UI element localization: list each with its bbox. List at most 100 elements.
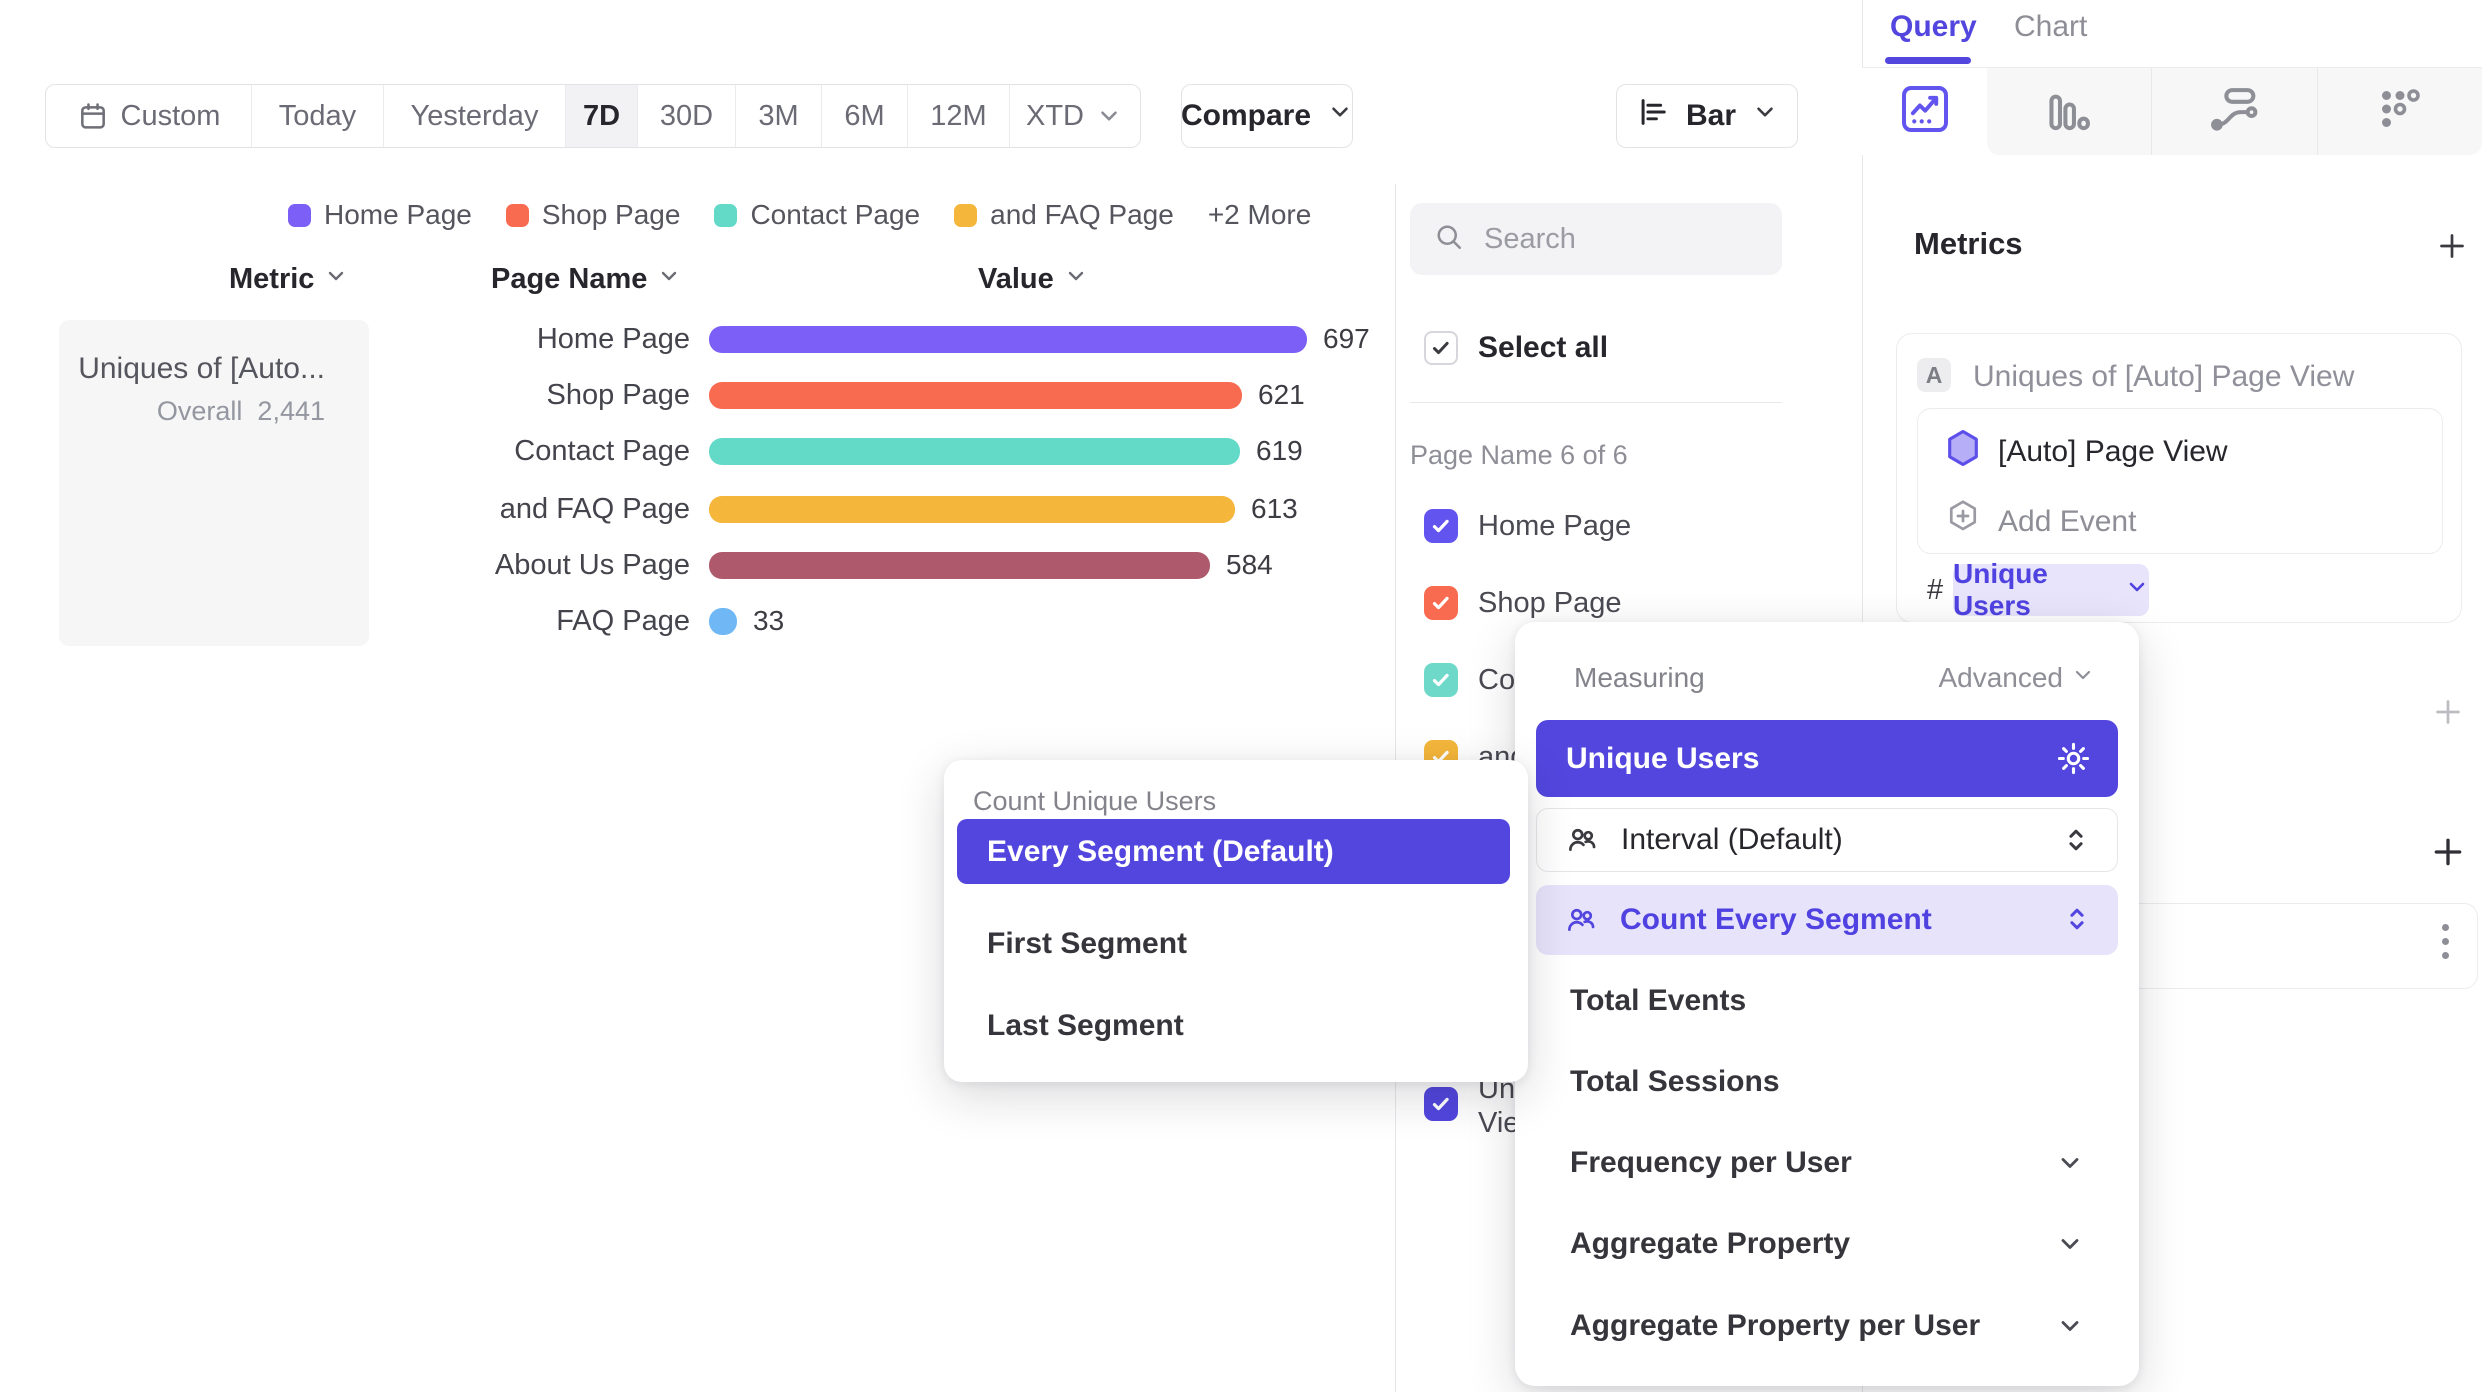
range-label: 7D [583,100,620,133]
column-header-page-name[interactable]: Page Name [491,263,681,296]
segment-checkbox-series[interactable] [1424,1087,1458,1121]
legend-item[interactable]: Home Page [288,199,472,231]
bar-row-label: FAQ Page [380,603,690,639]
plus-icon [2434,251,2470,268]
segment-checkbox-item-0[interactable] [1424,509,1458,543]
interval-label: Interval (Default) [1621,823,1843,857]
segment-search[interactable] [1410,203,1782,275]
range-btn-today[interactable]: Today [252,85,384,147]
bar-segment[interactable] [709,438,1240,465]
column-header-value[interactable]: Value [978,263,1088,296]
legend-item[interactable]: Shop Page [506,199,681,231]
legend-item[interactable]: and FAQ Page [954,199,1174,231]
bar-segment[interactable] [709,326,1307,353]
range-btn-3m[interactable]: 3M [736,85,822,147]
tab-flows[interactable] [2151,68,2316,155]
metric-title: Uniques of [Auto] Page View [1973,360,2354,394]
measuring-option-total-sessions[interactable]: Total Sessions [1570,1064,1780,1100]
tab-chart[interactable]: Chart [2014,10,2087,44]
legend-more[interactable]: +2 More [1208,199,1312,231]
kebab-menu-icon[interactable] [2442,924,2449,959]
measure-prefix: # [1927,574,1943,607]
measuring-option-total-events[interactable]: Total Events [1570,983,1746,1019]
count-dropdown-title: Count Unique Users [973,786,1216,817]
measuring-option-unique-users[interactable]: Unique Users [1536,720,2118,797]
advanced-label: Advanced [1938,662,2063,694]
bar-value-label: 619 [1256,433,1303,469]
chevron-down-icon [2056,1312,2084,1345]
dropdown-option-selected[interactable]: Every Segment (Default) [957,819,1510,884]
measuring-option-aggregate-property[interactable]: Aggregate Property [1570,1226,1850,1262]
measure-chip-label: Unique Users [1953,558,2115,622]
bar-chart-icon [2042,82,2096,141]
event-hexagon-icon [1942,427,1984,474]
interval-row[interactable]: Interval (Default) [1536,808,2118,872]
range-label: 30D [660,100,713,133]
tab-insights[interactable] [1862,68,1987,155]
chevron-down-icon [2056,1149,2084,1182]
event-name[interactable]: [Auto] Page View [1998,435,2228,469]
range-btn-12m[interactable]: 12M [908,85,1010,147]
bar-value-label: 697 [1323,321,1370,357]
bar-value-label: 584 [1226,547,1273,583]
dropdown-option-last-segment[interactable]: Last Segment [987,1008,1184,1044]
gear-icon[interactable] [2055,740,2092,782]
measuring-option-aggregate-property-per-user[interactable]: Aggregate Property per User [1570,1308,1980,1344]
range-btn-xtd[interactable]: XTD [1010,85,1138,147]
segment-label-item-0: Home Page [1478,509,1631,543]
search-icon [1434,222,1464,257]
chevron-down-icon [2071,662,2095,694]
bar-segment[interactable] [709,496,1235,523]
count-every-segment-row[interactable]: Count Every Segment [1536,885,2118,955]
bar-segment[interactable] [709,382,1242,409]
compare-button[interactable]: Compare [1181,84,1353,148]
tab-retention[interactable] [2317,68,2482,155]
segment-checkbox-item-2[interactable] [1424,663,1458,697]
column-header-metric[interactable]: Metric [229,263,348,296]
range-btn-yesterday[interactable]: Yesterday [384,85,566,147]
range-btn-custom[interactable]: Custom [46,85,252,147]
legend-label: Contact Page [750,199,920,231]
range-btn-7d[interactable]: 7D [566,85,638,147]
tab-query[interactable]: Query [1890,10,1977,44]
people-icon [1565,823,1599,857]
legend-label: Home Page [324,199,472,231]
bar-row-label: Contact Page [380,433,690,469]
tab-bar-chart[interactable] [1987,68,2151,155]
range-btn-6m[interactable]: 6M [822,85,908,147]
chevron-down-icon [1752,99,1778,133]
measuring-option-frequency-per-user[interactable]: Frequency per User [1570,1145,1852,1181]
chevron-down-icon [324,263,348,296]
count-every-segment-label: Count Every Segment [1620,903,1932,937]
metric-card[interactable]: A Uniques of [Auto] Page View [Auto] Pag… [1896,333,2462,623]
dropdown-option-first-segment[interactable]: First Segment [987,926,1187,962]
measuring-title: Measuring [1574,662,1705,694]
legend-item[interactable]: Contact Page [714,199,920,231]
select-all-label: Select all [1478,331,1608,365]
range-label: Yesterday [411,100,539,133]
chart-type-button[interactable]: Bar [1616,84,1798,148]
add-metric-button[interactable] [2434,228,2470,269]
compare-label: Compare [1181,99,1311,133]
segment-checkbox-item-1[interactable] [1424,586,1458,620]
search-input[interactable] [1482,222,1736,257]
metric-summary-card[interactable]: Uniques of [Auto... Overall 2,441 [59,320,369,646]
range-label: 3M [758,100,798,133]
add-event-label[interactable]: Add Event [1998,505,2136,539]
plus-icon [2428,859,2468,876]
people-icon [1564,903,1598,937]
advanced-dropdown[interactable]: Advanced [1938,662,2095,694]
metrics-section-title: Metrics [1914,226,2023,262]
legend-label: and FAQ Page [990,199,1174,231]
range-btn-30d[interactable]: 30D [638,85,736,147]
legend-label: Shop Page [542,199,681,231]
add-breakdown-button[interactable] [2428,832,2468,877]
select-all-checkbox[interactable] [1424,331,1458,365]
measuring-popover: Measuring Advanced Unique Users Interval… [1515,622,2139,1386]
add-filter-button[interactable] [2430,694,2466,735]
measure-chip[interactable]: Unique Users [1953,564,2149,616]
bar-segment[interactable] [709,552,1210,579]
segment-group-label: Page Name 6 of 6 [1410,440,1628,471]
flows-icon [2207,82,2261,141]
bar-segment[interactable] [709,608,737,635]
